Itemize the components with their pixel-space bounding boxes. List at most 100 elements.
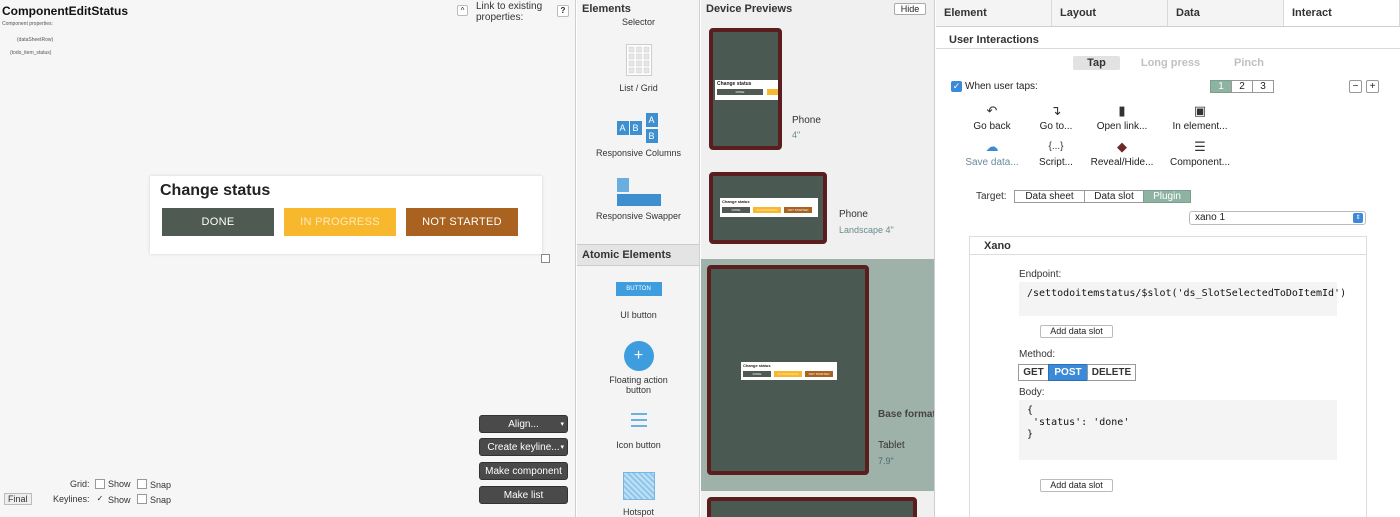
endpoint-field[interactable]: /settodoitemstatus/$slot('ds_SlotSelecte… [1019,282,1346,316]
align-label: Align... [508,419,539,430]
open-link-label: Open link... [1096,121,1148,132]
tablet-preview[interactable]: Change status DONE IN PROGRESS NOT START… [707,265,869,475]
action-reveal-hide[interactable]: ◆ Reveal/Hide... [1081,137,1163,168]
method-delete[interactable]: DELETE [1087,364,1136,381]
not-started-button[interactable]: NOT STARTED [406,208,518,236]
responsive-columns-label: Responsive Columns [595,148,682,158]
method-label: Method: [1019,349,1056,360]
grid-label: Grid: [70,479,90,489]
resize-handle[interactable] [541,254,550,263]
hide-previews-button[interactable]: Hide [894,3,926,15]
target-data-sheet[interactable]: Data sheet [1014,190,1085,203]
ui-button-icon: BUTTON [615,282,662,296]
gesture-pinch[interactable]: Pinch [1223,56,1275,70]
phone-preview[interactable]: Change status DONE [709,28,782,150]
method-get[interactable]: GET [1018,364,1049,381]
action-page-1[interactable]: 1 [1210,80,1232,93]
tab-layout[interactable]: Layout [1052,0,1168,26]
column-a-stacked: A [645,113,658,127]
body-line: 'status': 'done' [1027,417,1130,428]
target-data-slot[interactable]: Data slot [1084,190,1144,203]
column-b-stacked: B [645,129,658,143]
make-component-button[interactable]: Make component [479,462,568,480]
landscape-preview-not-started: NOT STARTED [784,207,812,213]
action-open-link[interactable]: ▮ Open link... [1081,101,1163,132]
floating-action-button-item[interactable]: + Floating action button [577,341,699,395]
hotspot-item[interactable]: Hotspot [577,472,699,517]
add-data-slot-button-2[interactable]: Add data slot [1040,479,1113,492]
landscape-preview-in-progress: IN PROGRESS [753,207,781,213]
keylines-show-checkbox[interactable]: ✓ [95,494,105,504]
phone-landscape-preview[interactable]: Change status DONE IN PROGRESS NOT START… [709,172,827,244]
large-device-preview[interactable] [707,497,917,517]
component-name: ComponentEditStatus [2,4,128,18]
selector-item[interactable]: Selector [577,17,699,27]
keylines-snap-checkbox[interactable] [137,494,147,504]
xano-plugin-panel: Xano Endpoint: /settodoitemstatus/$slot(… [969,236,1367,517]
component-property-datasheetrow[interactable]: (dataSheetRow) [17,37,53,43]
target-plugin[interactable]: Plugin [1143,190,1191,203]
plugin-select[interactable]: xano 1 ⇕ [1189,211,1366,225]
action-page-3[interactable]: 3 [1252,80,1274,93]
action-page-2[interactable]: 2 [1231,80,1253,93]
phone-preview-done: DONE [717,89,763,95]
when-user-taps-checkbox[interactable]: ✓ [951,81,962,92]
landscape-label: Phone [839,209,868,220]
add-action-button[interactable]: + [1366,80,1379,93]
tablet-preview-in-progress: IN PROGRESS [774,371,802,377]
gesture-tap[interactable]: Tap [1073,56,1120,70]
create-keyline-button[interactable]: Create keyline... ▾ [479,438,568,456]
save-data-label: Save data... [965,157,1019,168]
in-progress-button[interactable]: IN PROGRESS [284,208,396,236]
body-line: { [1027,405,1034,416]
component-icon: ☰ [1194,139,1206,154]
body-label: Body: [1019,387,1045,398]
grid-snap-label: Snap [150,480,172,490]
collapse-button[interactable]: ^ [457,5,468,16]
gesture-long-press[interactable]: Long press [1133,56,1208,70]
tab-data[interactable]: Data [1168,0,1284,26]
remove-action-button[interactable]: − [1349,80,1362,93]
action-in-element[interactable]: ▣ In element... [1159,101,1241,132]
atomic-elements-header: Atomic Elements [577,244,699,266]
method-post[interactable]: POST [1048,364,1088,381]
xano-title: Xano [970,237,1366,255]
keylines-snap-label: Snap [150,495,172,505]
device-previews-pane: Device Previews Hide Change status DONE … [701,0,935,517]
in-element-icon: ▣ [1193,103,1207,118]
ui-button-item[interactable]: BUTTON UI button [577,282,699,320]
icon-button-item[interactable]: Icon button [577,412,699,450]
responsive-swapper-item[interactable]: Responsive Swapper [577,178,699,221]
go-to-label: Go to... [1039,121,1073,132]
elements-pane: Elements Selector List / Grid A B A B Re… [577,0,700,517]
create-keyline-label: Create keyline... [487,442,560,453]
align-button[interactable]: Align... ▾ [479,415,568,433]
grid-show-checkbox[interactable] [95,479,105,489]
component-preview-card[interactable]: Change status DONE IN PROGRESS NOT START… [150,176,542,254]
done-button[interactable]: DONE [162,208,274,236]
help-button[interactable]: ? [557,5,569,17]
tablet-size: 7.9" [878,456,894,466]
list-grid-label: List / Grid [619,83,658,93]
chevron-down-icon: ▾ [560,444,564,451]
in-element-label: In element... [1172,121,1228,132]
endpoint-value: /settodoitemstatus/$slot('ds_SlotSelecte… [1027,288,1347,299]
open-link-icon: ▮ [1118,103,1126,118]
endpoint-label: Endpoint: [1019,269,1062,280]
body-field[interactable]: { 'status': 'done'} [1019,400,1337,460]
make-list-button[interactable]: Make list [479,486,568,504]
phone-size: 4" [792,130,801,140]
canvas-pane: ComponentEditStatus Component properties… [0,0,576,517]
final-badge[interactable]: Final [4,493,32,505]
add-data-slot-button[interactable]: Add data slot [1040,325,1113,338]
column-b: B [629,121,642,135]
component-properties-label: Component properties: [2,21,53,27]
component-property-status[interactable]: (todo_item_status) [10,50,51,56]
tab-interact[interactable]: Interact [1284,0,1400,26]
landscape-size: Landscape 4" [839,225,894,235]
action-component[interactable]: ☰ Component... [1159,137,1241,168]
tab-element[interactable]: Element [936,0,1052,26]
responsive-columns-item[interactable]: A B A B Responsive Columns [577,113,699,158]
list-grid-item[interactable]: List / Grid [577,44,699,93]
grid-snap-checkbox[interactable] [137,479,147,489]
